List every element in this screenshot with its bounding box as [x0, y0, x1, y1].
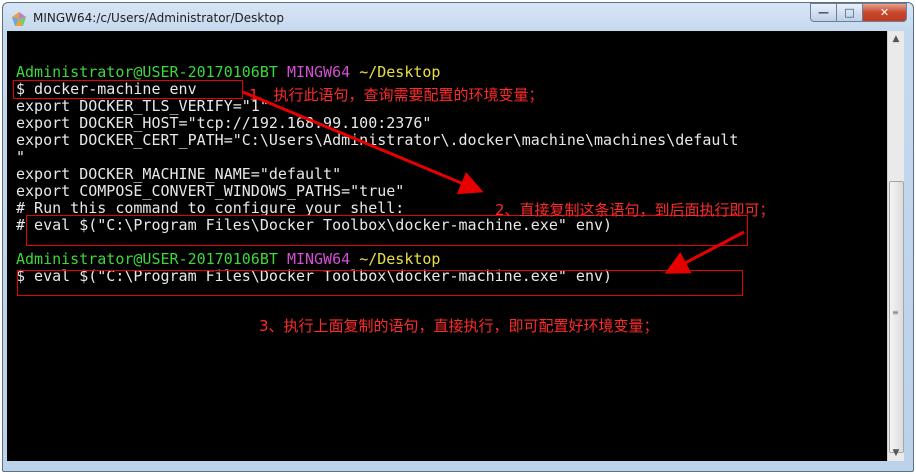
title-bar[interactable]: MINGW64:/c/Users/Administrator/Desktop —…: [3, 3, 913, 33]
highlight-box-env-command: [13, 80, 243, 99]
scrollbar-thumb[interactable]: [889, 181, 904, 453]
scroll-grip-icon: ≡: [892, 308, 899, 317]
maximize-button[interactable]: □: [837, 3, 863, 22]
prompt-system: MINGW64: [286, 63, 351, 81]
annotation-note-1: 1、执行此语句，查询需要配置的环境变量；: [249, 86, 544, 104]
output-line: export DOCKER_MACHINE_NAME="default": [16, 165, 342, 183]
prompt-line: Administrator@USER-20170106BT MINGW64 ~/…: [16, 251, 440, 268]
minimize-button[interactable]: —: [810, 3, 837, 22]
prompt-system: MINGW64: [286, 250, 351, 268]
prompt-line: Administrator@USER-20170106BT MINGW64 ~/…: [16, 64, 440, 81]
minimize-icon: —: [818, 6, 829, 19]
output-line: export DOCKER_CERT_PATH="C:\Users\Admini…: [16, 131, 739, 149]
close-icon: ✕: [879, 6, 890, 19]
prompt-path: ~/Desktop: [359, 63, 441, 81]
scroll-up-arrow-icon[interactable]: ▲: [888, 31, 904, 47]
mingw-app-icon: [12, 12, 26, 26]
annotation-note-2: 2、直接复制这条语句，到后面执行即可；: [495, 201, 775, 219]
output-line: ": [16, 148, 26, 166]
annotation-note-3: 3、执行上面复制的语句，直接执行，即可配置好环境变量；: [259, 317, 659, 335]
close-button[interactable]: ✕: [863, 3, 907, 22]
highlight-box-eval-comment: [26, 215, 748, 246]
output-line: export COMPOSE_CONVERT_WINDOWS_PATHS="tr…: [16, 182, 405, 200]
scroll-down-arrow-icon[interactable]: ▼: [888, 445, 904, 461]
prompt-user: Administrator@USER-20170106BT: [16, 250, 278, 268]
maximize-icon: □: [844, 6, 855, 19]
window-controls: — □ ✕: [810, 3, 907, 23]
window-title: MINGW64:/c/Users/Administrator/Desktop: [33, 11, 285, 25]
highlight-box-eval-command: [17, 270, 743, 296]
output-line: export DOCKER_TLS_VERIFY="1": [16, 97, 269, 115]
output-line: export DOCKER_HOST="tcp://192.168.99.100…: [16, 114, 432, 132]
prompt-path: ~/Desktop: [359, 250, 441, 268]
prompt-user: Administrator@USER-20170106BT: [16, 63, 278, 81]
vertical-scrollbar[interactable]: ▲ ≡ ▼: [887, 31, 904, 461]
